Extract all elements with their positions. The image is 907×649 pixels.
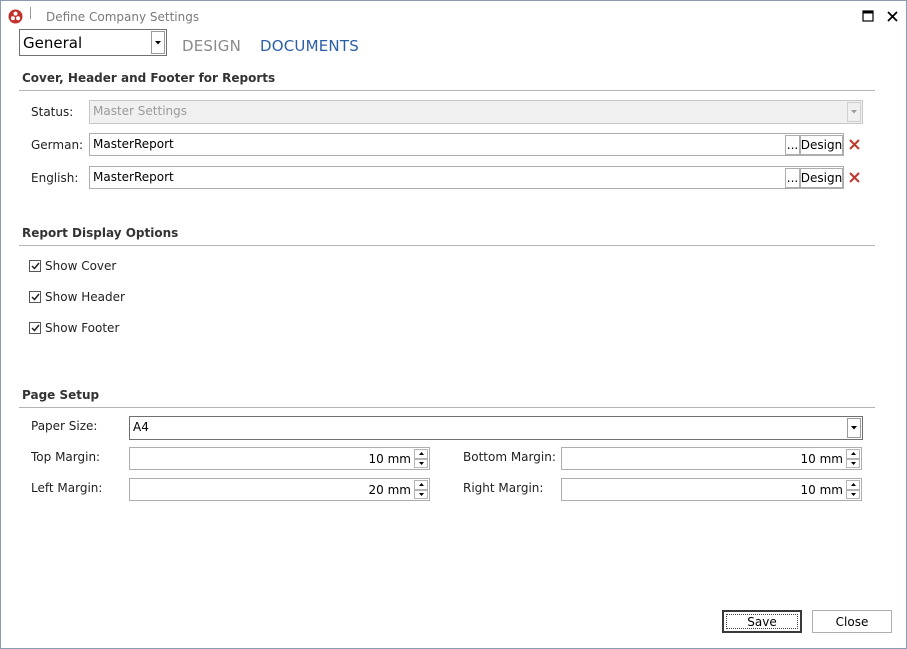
english-label: English: — [31, 171, 79, 185]
show-header-label: Show Header — [45, 290, 125, 304]
spin-down-button[interactable] — [414, 489, 428, 499]
left-margin-label: Left Margin: — [31, 481, 103, 495]
english-delete-button[interactable] — [847, 170, 861, 184]
english-report-value: MasterReport — [93, 170, 174, 184]
arrow-down-icon — [850, 492, 856, 496]
arrow-up-icon — [418, 483, 424, 487]
german-browse-button[interactable]: ... — [785, 135, 800, 155]
english-design-button[interactable]: Design — [800, 168, 843, 188]
category-combo-value: General — [23, 34, 83, 52]
checkbox-box[interactable] — [29, 291, 41, 303]
delete-x-icon — [848, 138, 860, 150]
focus-rectangle — [726, 614, 798, 629]
status-value: Master Settings — [93, 104, 188, 118]
status-label: Status: — [31, 105, 74, 119]
status-combo[interactable]: Master Settings — [89, 100, 863, 124]
right-margin-label: Right Margin: — [463, 481, 544, 495]
title-separator — [30, 7, 31, 19]
english-browse-button[interactable]: ... — [785, 168, 800, 188]
german-report-value: MasterReport — [93, 137, 174, 151]
window-close-button[interactable] — [885, 9, 899, 23]
arrow-up-icon — [850, 452, 856, 456]
german-report-field[interactable]: MasterReport — [89, 133, 844, 156]
left-margin-value: 20 mm — [368, 483, 411, 497]
display-section-heading: Report Display Options — [22, 226, 179, 240]
show-cover-label: Show Cover — [45, 259, 117, 273]
spin-up-button[interactable] — [846, 480, 860, 490]
status-dropdown-button[interactable] — [847, 102, 861, 122]
paper-size-value: A4 — [133, 420, 149, 434]
german-label: German: — [31, 138, 84, 152]
spin-down-button[interactable] — [414, 458, 428, 468]
checkmark-icon — [30, 262, 40, 270]
maximize-button[interactable] — [861, 9, 875, 23]
right-margin-spinner[interactable]: 10 mm — [561, 478, 862, 501]
show-cover-checkbox[interactable]: Show Cover — [29, 259, 116, 273]
section-divider — [19, 407, 875, 408]
maximize-icon — [862, 10, 874, 22]
show-footer-label: Show Footer — [45, 321, 120, 335]
paper-size-label: Paper Size: — [31, 419, 98, 433]
show-footer-checkbox[interactable]: Show Footer — [29, 321, 119, 335]
category-dropdown-button[interactable] — [151, 31, 165, 54]
arrow-down-icon — [850, 461, 856, 465]
paper-size-dropdown-button[interactable] — [847, 418, 861, 438]
bottom-margin-label: Bottom Margin: — [463, 450, 556, 464]
arrow-up-icon — [418, 452, 424, 456]
chevron-down-icon — [851, 426, 857, 430]
save-button[interactable]: Save — [722, 610, 802, 633]
spin-up-button[interactable] — [414, 480, 428, 490]
app-logo-icon — [8, 9, 23, 24]
english-report-field[interactable]: MasterReport — [89, 166, 844, 189]
top-margin-value: 10 mm — [368, 452, 411, 466]
section-divider — [19, 245, 875, 246]
spin-up-button[interactable] — [414, 449, 428, 459]
paper-size-combo[interactable]: A4 — [129, 416, 863, 440]
top-margin-label: Top Margin: — [31, 450, 101, 464]
section-divider — [19, 90, 875, 91]
show-header-checkbox[interactable]: Show Header — [29, 290, 125, 304]
delete-x-icon — [848, 171, 860, 183]
german-delete-button[interactable] — [847, 137, 861, 151]
arrow-down-icon — [418, 461, 424, 465]
category-combo[interactable]: General — [19, 29, 167, 56]
bottom-margin-value: 10 mm — [800, 452, 843, 466]
checkbox-box[interactable] — [29, 322, 41, 334]
nav-documents-link[interactable]: DOCUMENTS — [260, 37, 359, 55]
close-button-label: Close — [835, 614, 869, 629]
spin-down-button[interactable] — [846, 489, 860, 499]
arrow-up-icon — [850, 483, 856, 487]
spin-down-button[interactable] — [846, 458, 860, 468]
window-title: Define Company Settings — [46, 10, 200, 24]
chevron-down-icon — [155, 40, 161, 44]
spin-up-button[interactable] — [846, 449, 860, 459]
arrow-down-icon — [418, 492, 424, 496]
bottom-margin-spinner[interactable]: 10 mm — [561, 447, 862, 470]
left-margin-spinner[interactable]: 20 mm — [129, 478, 430, 501]
dialog-window: Define Company Settings General DESIGN D… — [0, 0, 907, 649]
close-icon — [886, 10, 898, 22]
chevron-down-icon — [851, 110, 857, 114]
cover-section-heading: Cover, Header and Footer for Reports — [22, 71, 276, 85]
checkbox-box[interactable] — [29, 260, 41, 272]
nav-design-link[interactable]: DESIGN — [182, 37, 241, 55]
close-button[interactable]: Close — [812, 610, 892, 633]
right-margin-value: 10 mm — [800, 483, 843, 497]
top-margin-spinner[interactable]: 10 mm — [129, 447, 430, 470]
checkmark-icon — [30, 324, 40, 332]
german-design-button[interactable]: Design — [800, 135, 843, 155]
page-setup-heading: Page Setup — [22, 388, 100, 402]
checkmark-icon — [30, 293, 40, 301]
